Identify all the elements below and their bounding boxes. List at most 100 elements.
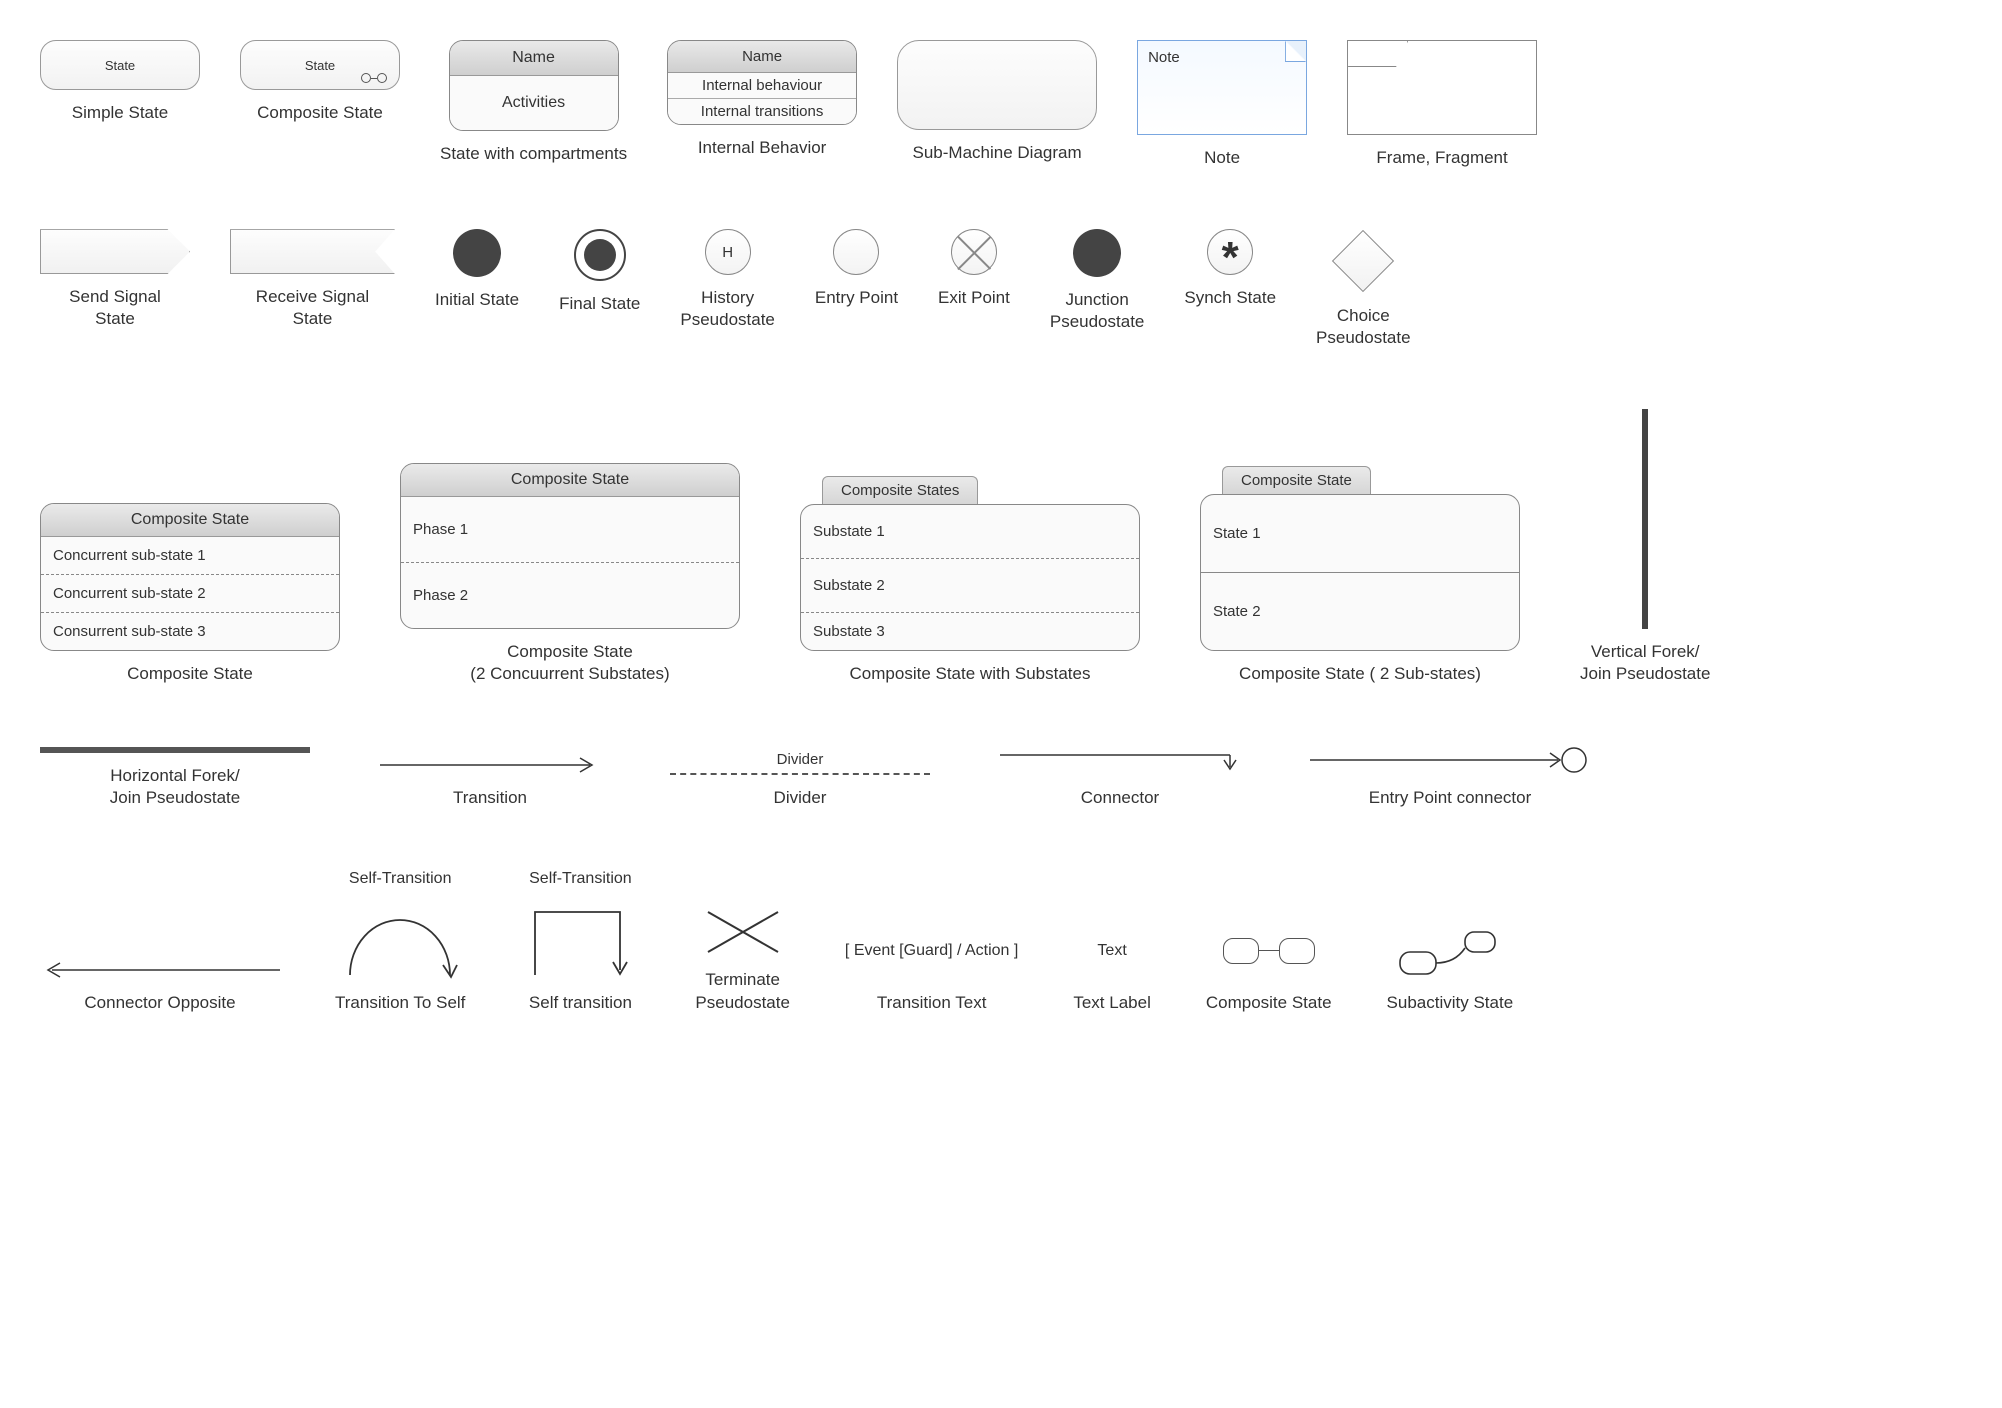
connector-opposite-label: Connector Opposite	[84, 992, 235, 1014]
cell-composite-state: State Composite State	[240, 40, 400, 124]
frame-tab	[1348, 41, 1408, 67]
cell-self-transition-arc: Self-Transition Transition To Self	[335, 870, 465, 1014]
choice-icon	[1332, 230, 1394, 292]
cell-junction: Junction Pseudostate	[1050, 229, 1145, 333]
submachine-label: Sub-Machine Diagram	[913, 142, 1082, 164]
cell-entry-point: Entry Point	[815, 229, 898, 309]
final-state-icon	[574, 229, 626, 281]
text-label-label: Text Label	[1073, 992, 1151, 1014]
composite-tab-sub-shape: Composite States Substate 1 Substate 2 S…	[800, 504, 1140, 651]
composite-state-text: State	[305, 58, 335, 73]
composite-state-icon	[361, 73, 387, 83]
cell-connector: Connector	[1000, 745, 1240, 809]
state-compartments-label: State with compartments	[440, 143, 627, 165]
frame-label: Frame, Fragment	[1376, 147, 1507, 169]
connector-opposite-icon	[40, 960, 280, 980]
cell-exit-point: Exit Point	[938, 229, 1010, 309]
submachine-shape	[897, 40, 1097, 130]
composite-tab-2-label: Composite State ( 2 Sub-states)	[1239, 663, 1481, 685]
recv-signal-label: Receive Signal State	[256, 286, 369, 330]
row-misc: Connector Opposite Self-Transition Trans…	[40, 870, 1962, 1014]
composite-3-row-1: Concurrent sub-state 2	[41, 575, 339, 613]
cell-text-label: Text Text Label	[1073, 942, 1151, 1014]
junction-label: Junction Pseudostate	[1050, 289, 1145, 333]
composite-state-label: Composite State	[257, 102, 383, 124]
recv-signal-shape	[230, 229, 395, 274]
divider-icon: Divider	[670, 773, 930, 775]
final-state-label: Final State	[559, 293, 640, 315]
cell-initial-state: Initial State	[435, 229, 519, 311]
entry-point-icon	[833, 229, 879, 275]
cell-history-pseudostate: H History Pseudostate	[680, 229, 775, 331]
cell-divider: Divider Divider	[670, 773, 930, 809]
cell-note: Note Note	[1137, 40, 1307, 169]
simple-state-shape: State	[40, 40, 200, 90]
note-text: Note	[1148, 49, 1180, 66]
vertical-fork-icon	[1642, 409, 1648, 629]
tab-2-row-0: State 1	[1201, 495, 1519, 573]
cell-horizontal-fork: Horizontal Forek/ Join Pseudostate	[40, 747, 310, 809]
self-trans-arc-text: Self-Transition	[349, 870, 452, 888]
tab-sub-row-2: Substate 3	[801, 613, 1139, 650]
history-letter: H	[722, 244, 733, 261]
transition-label: Transition	[453, 787, 527, 809]
cell-terminate: Terminate Pseudostate	[695, 907, 790, 1013]
small-composite-label: Composite State	[1206, 992, 1332, 1014]
composite-tab-2-tab: Composite State	[1222, 466, 1371, 494]
composite-3-row-2: Consurrent sub-state 3	[41, 613, 339, 650]
cell-simple-state: State Simple State	[40, 40, 200, 124]
cell-composite-3: Composite State Concurrent sub-state 1 C…	[40, 503, 340, 685]
composite-2-label: Composite State (2 Concuurrent Substates…	[470, 641, 669, 685]
cell-final-state: Final State	[559, 229, 640, 315]
divider-text: Divider	[777, 751, 824, 768]
composite-3-shape: Composite State Concurrent sub-state 1 C…	[40, 503, 340, 651]
transition-text-text: [ Event [Guard] / Action ]	[845, 942, 1018, 960]
vertical-fork-label: Vertical Forek/ Join Pseudostate	[1580, 641, 1710, 685]
terminate-label: Terminate Pseudostate	[695, 969, 790, 1013]
small-composite-icon	[1223, 938, 1315, 964]
composite-2-title: Composite State	[401, 464, 739, 497]
exit-point-label: Exit Point	[938, 287, 1010, 309]
history-icon: H	[705, 229, 751, 275]
internal-behavior-label: Internal Behavior	[698, 137, 827, 159]
horizontal-fork-label: Horizontal Forek/ Join Pseudostate	[110, 765, 240, 809]
cell-composite-2: Composite State Phase 1 Phase 2 Composit…	[400, 463, 740, 685]
tab-sub-row-1: Substate 2	[801, 559, 1139, 613]
cell-composite-tab-sub: Composite States Substate 1 Substate 2 S…	[800, 504, 1140, 685]
state-compartments-shape: Name Activities	[449, 40, 619, 131]
composite-tab-sub-tab: Composite States	[822, 476, 978, 504]
connector-icon	[1000, 745, 1240, 775]
composite-2-shape: Composite State Phase 1 Phase 2	[400, 463, 740, 629]
cell-internal-behavior: Name Internal behaviour Internal transit…	[667, 40, 857, 159]
composite-3-label: Composite State	[127, 663, 253, 685]
simple-state-label: Simple State	[72, 102, 168, 124]
terminate-icon	[703, 907, 783, 957]
cell-vertical-fork: Vertical Forek/ Join Pseudostate	[1580, 409, 1710, 685]
composite-2-row-0: Phase 1	[401, 497, 739, 563]
self-trans-sq-text: Self-Transition	[529, 870, 632, 888]
initial-state-icon	[453, 229, 501, 277]
horizontal-fork-icon	[40, 747, 310, 753]
transition-text-label: Transition Text	[877, 992, 987, 1014]
tab-2-row-1: State 2	[1201, 573, 1519, 650]
cell-composite-tab-2: Composite State State 1 State 2 Composit…	[1200, 494, 1520, 685]
simple-state-text: State	[105, 58, 135, 73]
cell-connector-opposite: Connector Opposite	[40, 960, 280, 1014]
choice-label: Choice Pseudostate	[1316, 305, 1411, 349]
self-trans-arc-label: Transition To Self	[335, 992, 465, 1014]
composite-state-shape: State	[240, 40, 400, 90]
self-trans-sq-label: Self transition	[529, 992, 632, 1014]
composite-3-title: Composite State	[41, 504, 339, 537]
state-compartments-activities: Activities	[450, 76, 618, 130]
cell-choice: Choice Pseudostate	[1316, 229, 1411, 349]
cell-small-composite: Composite State	[1206, 938, 1332, 1014]
internal-name: Name	[668, 41, 856, 73]
self-trans-arc-icon	[335, 900, 465, 980]
tab-sub-row-0: Substate 1	[801, 505, 1139, 559]
cell-state-compartments: Name Activities State with compartments	[440, 40, 627, 165]
history-label: History Pseudostate	[680, 287, 775, 331]
cell-send-signal: Send Signal State	[40, 229, 190, 330]
row-connectors: Horizontal Forek/ Join Pseudostate Trans…	[40, 745, 1962, 809]
state-compartments-name: Name	[450, 41, 618, 76]
cell-entry-connector: Entry Point connector	[1310, 745, 1590, 809]
